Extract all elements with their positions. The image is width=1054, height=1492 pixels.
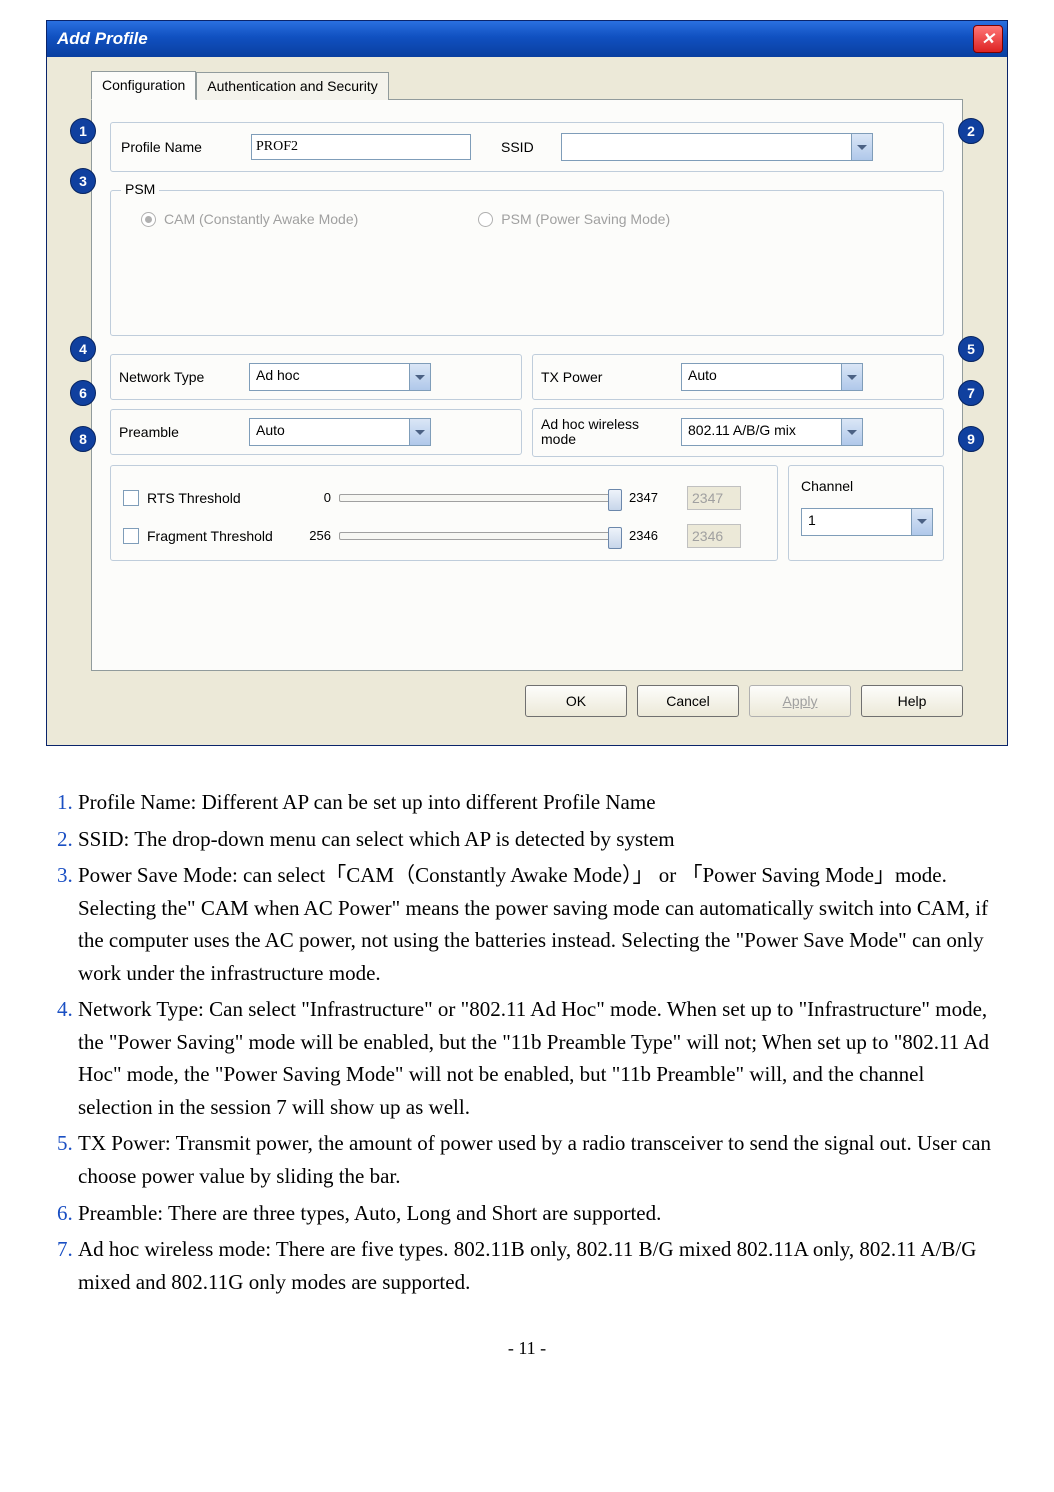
chevron-down-icon bbox=[841, 419, 862, 445]
marker-3: 3 bbox=[70, 168, 96, 194]
adhoc-mode-label: Ad hoc wireless mode bbox=[541, 417, 671, 448]
chevron-down-icon bbox=[911, 509, 932, 535]
tab-strip: Configuration Authentication and Securit… bbox=[91, 71, 963, 100]
checkbox-icon bbox=[123, 528, 139, 544]
frag-min: 256 bbox=[291, 528, 331, 543]
rts-value bbox=[687, 486, 741, 510]
radio-psm: PSM (Power Saving Mode) bbox=[478, 211, 670, 227]
marker-2: 2 bbox=[958, 118, 984, 144]
note-6: Preamble: There are three types, Auto, L… bbox=[78, 1197, 1004, 1230]
marker-8: 8 bbox=[70, 426, 96, 452]
dialog-buttons: OK Cancel Apply Help bbox=[61, 685, 963, 717]
radio-icon bbox=[141, 212, 156, 227]
notes-section: Profile Name: Different AP can be set up… bbox=[50, 786, 1004, 1298]
ssid-combo[interactable] bbox=[561, 133, 873, 161]
ssid-value bbox=[562, 134, 851, 160]
slider-thumb-icon bbox=[608, 489, 622, 511]
fragment-label: Fragment Threshold bbox=[147, 528, 273, 544]
add-profile-window: Add Profile ✕ Configuration Authenticati… bbox=[46, 20, 1008, 746]
frag-value bbox=[687, 524, 741, 548]
rts-label: RTS Threshold bbox=[147, 490, 241, 506]
window-title: Add Profile bbox=[57, 29, 148, 49]
titlebar: Add Profile ✕ bbox=[47, 21, 1007, 57]
tx-power-combo[interactable]: Auto bbox=[681, 363, 863, 391]
apply-button: Apply bbox=[749, 685, 851, 717]
note-3: Power Save Mode: can select「CAM（Constant… bbox=[78, 859, 1004, 989]
preamble-label: Preamble bbox=[119, 424, 239, 440]
tx-power-label: TX Power bbox=[541, 369, 671, 385]
rts-max: 2347 bbox=[629, 490, 679, 505]
note-7: Ad hoc wireless mode: There are five typ… bbox=[78, 1233, 1004, 1298]
adhoc-mode-value: 802.11 A/B/G mix bbox=[682, 419, 841, 445]
psm-label: PSM (Power Saving Mode) bbox=[501, 211, 670, 227]
profile-name-input[interactable] bbox=[251, 134, 471, 160]
preamble-value: Auto bbox=[250, 419, 409, 445]
frag-max: 2346 bbox=[629, 528, 679, 543]
checkbox-icon bbox=[123, 490, 139, 506]
radio-cam: CAM (Constantly Awake Mode) bbox=[141, 211, 358, 227]
tx-power-value: Auto bbox=[682, 364, 841, 390]
help-button[interactable]: Help bbox=[861, 685, 963, 717]
rts-checkbox[interactable]: RTS Threshold bbox=[123, 490, 283, 506]
note-5: TX Power: Transmit power, the amount of … bbox=[78, 1127, 1004, 1192]
tab-authentication-label: Authentication and Security bbox=[207, 78, 377, 94]
note-1: Profile Name: Different AP can be set up… bbox=[78, 786, 1004, 819]
fragment-checkbox[interactable]: Fragment Threshold bbox=[123, 528, 283, 544]
network-type-label: Network Type bbox=[119, 369, 239, 385]
page-number: - 11 - bbox=[42, 1338, 1012, 1359]
radio-icon bbox=[478, 212, 493, 227]
close-button[interactable]: ✕ bbox=[973, 25, 1003, 53]
channel-value: 1 bbox=[802, 509, 911, 535]
rts-slider[interactable] bbox=[339, 494, 621, 502]
network-type-combo[interactable]: Ad hoc bbox=[249, 363, 431, 391]
config-panel: 1 2 3 4 5 6 7 8 9 Profile Name SSID bbox=[91, 100, 963, 671]
profile-name-label: Profile Name bbox=[121, 139, 241, 155]
tab-authentication[interactable]: Authentication and Security bbox=[196, 72, 388, 100]
marker-4: 4 bbox=[70, 336, 96, 362]
ssid-label: SSID bbox=[501, 139, 551, 155]
close-icon: ✕ bbox=[981, 29, 994, 49]
channel-label: Channel bbox=[801, 478, 931, 494]
marker-9: 9 bbox=[958, 426, 984, 452]
cam-label: CAM (Constantly Awake Mode) bbox=[164, 211, 358, 227]
adhoc-mode-combo[interactable]: 802.11 A/B/G mix bbox=[681, 418, 863, 446]
chevron-down-icon bbox=[841, 364, 862, 390]
psm-legend: PSM bbox=[121, 181, 159, 197]
slider-thumb-icon bbox=[608, 527, 622, 549]
note-2: SSID: The drop-down menu can select whic… bbox=[78, 823, 1004, 856]
network-type-value: Ad hoc bbox=[250, 364, 409, 390]
preamble-combo[interactable]: Auto bbox=[249, 418, 431, 446]
note-4: Network Type: Can select "Infrastructure… bbox=[78, 993, 1004, 1123]
rts-min: 0 bbox=[291, 490, 331, 505]
tab-configuration[interactable]: Configuration bbox=[91, 71, 196, 100]
chevron-down-icon bbox=[409, 419, 430, 445]
fragment-slider[interactable] bbox=[339, 532, 621, 540]
marker-7: 7 bbox=[958, 380, 984, 406]
chevron-down-icon bbox=[409, 364, 430, 390]
tab-configuration-label: Configuration bbox=[102, 77, 185, 93]
marker-1: 1 bbox=[70, 118, 96, 144]
chevron-down-icon bbox=[851, 134, 872, 160]
channel-combo[interactable]: 1 bbox=[801, 508, 933, 536]
ok-button[interactable]: OK bbox=[525, 685, 627, 717]
marker-5: 5 bbox=[958, 336, 984, 362]
marker-6: 6 bbox=[70, 380, 96, 406]
cancel-button[interactable]: Cancel bbox=[637, 685, 739, 717]
